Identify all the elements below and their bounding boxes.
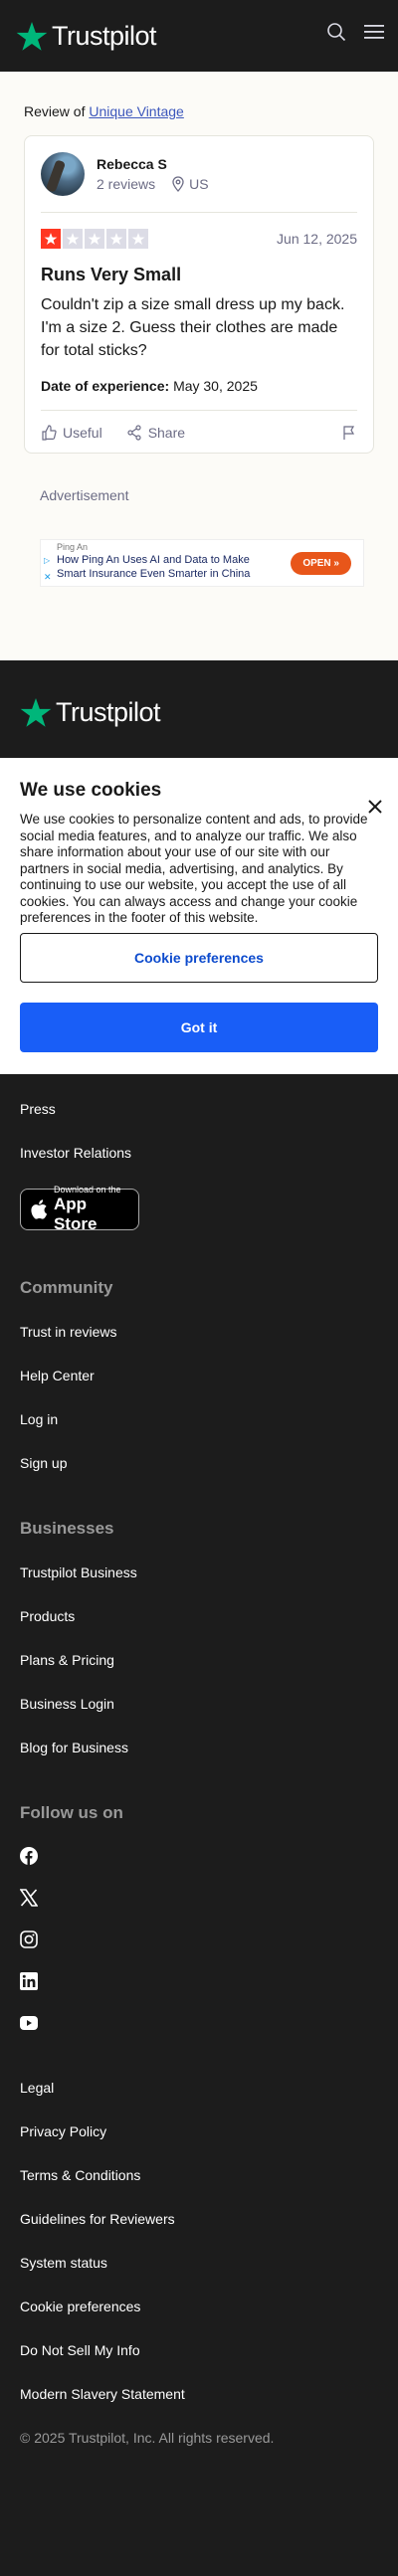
useful-label: Useful [63,425,102,441]
cookie-text: We use cookies to personalize content an… [20,812,368,925]
legal-list: Legal Privacy Policy Terms & Conditions Gui… [20,2066,378,2416]
footer-legal-link[interactable]: Terms & Conditions [20,2153,378,2197]
community-heading: Community [20,1278,113,1297]
advertisement-label: Advertisement [40,487,129,503]
ad-open-label: OPEN [302,558,331,569]
apple-icon [31,1199,48,1219]
main-content: Review of Unique Vintage Rebecca S 2 rev… [0,72,398,660]
accept-cookies-button[interactable]: Got it [20,1002,378,1052]
footer-community-link[interactable]: Sign up [20,1441,378,1485]
ad-brand: Ping An [57,542,89,552]
footer-business-link[interactable]: Blog for Business [20,1726,378,1769]
location-pin-icon [172,176,184,192]
flag-icon[interactable] [341,425,357,441]
review-card: Rebecca S 2 reviews US Jun 12, 2025 Runs… [24,135,374,454]
star-icon [41,229,61,249]
footer-legal-link[interactable]: Modern Slavery Statement [20,2372,378,2416]
share-icon [127,425,141,441]
company-link[interactable]: Unique Vintage [89,103,183,119]
share-label: Share [147,425,186,441]
footer-business-link[interactable]: Products [20,1594,378,1638]
x-icon [20,1889,38,1907]
trustpilot-star-icon [16,22,48,51]
review-title: Runs Very Small [41,265,182,284]
useful-button[interactable]: Useful [41,425,102,441]
cookie-title: We use cookies [20,780,162,801]
star-rating [41,229,148,249]
doe-value: May 30, 2025 [173,378,258,394]
instagram-icon [20,1931,38,1948]
footer-legal-link[interactable]: Privacy Policy [20,2110,378,2153]
star-icon [106,229,126,249]
linkedin-icon [20,1972,38,1990]
linkedin-link[interactable] [20,1960,378,2002]
avatar[interactable] [41,152,85,196]
footer-business-link[interactable]: Trustpilot Business [20,1551,378,1594]
footer-community-link[interactable]: Trust in reviews [20,1310,378,1354]
social-links [20,1835,378,2044]
reviewer-country: US [189,176,209,192]
date-of-experience: Date of experience: May 30, 2025 [41,378,357,394]
footer-legal-link[interactable]: Legal [20,2066,378,2110]
reviewer-info: Rebecca S 2 reviews US [41,152,357,213]
share-button[interactable]: Share [126,425,185,441]
footer-legal-link[interactable]: Do Not Sell My Info [20,2328,378,2372]
app-store-small: Download on the [53,1185,121,1195]
review-actions: Useful Share [41,410,357,441]
x-link[interactable] [20,1877,378,1919]
brand-name: Trustpilot [52,20,157,51]
footer-community-link[interactable]: Log in [20,1397,378,1441]
ad-open-button[interactable]: OPEN » [291,552,351,575]
youtube-icon [20,2016,38,2030]
footer-logo[interactable]: Trustpilot [20,696,378,728]
star-icon [128,229,148,249]
star-icon [85,229,104,249]
close-icon[interactable] [368,800,382,814]
trustpilot-star-icon [20,698,52,727]
youtube-link[interactable] [20,2002,378,2044]
top-navbar: Trustpilot [0,0,398,72]
footer-business-link[interactable]: Business Login [20,1682,378,1726]
review-date: Jun 12, 2025 [277,231,357,247]
follow-heading: Follow us on [20,1803,123,1822]
footer-community-link[interactable]: Help Center [20,1354,378,1397]
advertisement-banner[interactable]: Ping An ▷ ✕ How Ping An Uses AI and Data… [40,539,364,587]
ad-close-icon[interactable]: ✕ [44,572,52,583]
footer-legal-link[interactable]: System status [20,2241,378,2285]
reviewer-name[interactable]: Rebecca S [97,156,209,172]
facebook-link[interactable] [20,1835,378,1877]
footer-about-link[interactable]: Investor Relations [20,1131,378,1175]
doe-label: Date of experience: [41,378,170,394]
review-body: Couldn't zip a size small dress up my ba… [41,296,345,359]
ad-text: How Ping An Uses AI and Data to Make Sma… [57,554,251,580]
community-list: Trust in reviews Help Center Log in Sign up [20,1310,378,1485]
review-count: 2 reviews [97,176,156,192]
hamburger-menu-icon[interactable] [364,23,384,41]
ad-choices-icon[interactable]: ▷ [44,556,50,565]
search-icon[interactable] [326,22,346,42]
review-of-prefix: Review of [24,103,86,119]
review-of-line: Review of Unique Vintage [24,103,374,119]
thumbs-up-icon [42,425,57,441]
cookie-preferences-button[interactable]: Cookie preferences [20,932,378,983]
trustpilot-logo[interactable]: Trustpilot [16,20,157,52]
cookie-banner: We use cookies We use cookies to persona… [0,758,398,1074]
app-store-big: App Store [53,1195,98,1233]
businesses-list: Trustpilot Business Products Plans & Prici… [20,1551,378,1769]
app-store-badge[interactable]: Download on the App Store [20,1185,139,1233]
facebook-icon [20,1847,38,1865]
footer-legal-link[interactable]: Guidelines for Reviewers [20,2197,378,2241]
footer-business-link[interactable]: Plans & Pricing [20,1638,378,1682]
star-icon [63,229,83,249]
footer-brand-name: Trustpilot [56,696,161,727]
copyright: © 2025 Trustpilot, Inc. All rights reser… [20,2430,275,2446]
footer-legal-link[interactable]: Cookie preferences [20,2285,378,2328]
footer-about-link[interactable]: Press [20,1087,378,1131]
businesses-heading: Businesses [20,1519,114,1538]
instagram-link[interactable] [20,1919,378,1960]
